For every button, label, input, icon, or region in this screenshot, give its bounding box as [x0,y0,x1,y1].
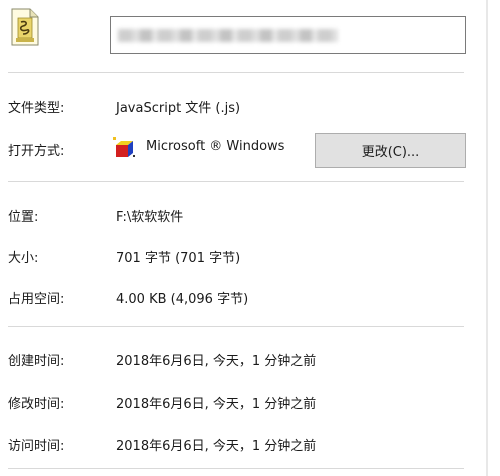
accessed-value: 2018年6月6日, 今天，1 分钟之前 [116,439,317,454]
location-value: F:\软软软件 [116,210,184,225]
accessed-label: 访问时间: [8,439,65,454]
opens-with-value: Microsoft ® Windows [146,139,285,154]
size-label: 大小: [8,251,39,266]
change-button[interactable]: 更改(C)... [315,133,466,168]
section-divider [8,326,464,327]
file-type-label: 文件类型: [8,101,65,116]
js-script-file-icon [11,8,39,46]
location-label: 位置: [8,210,39,225]
section-divider [8,468,464,469]
section-divider [8,181,464,182]
size-value: 701 字节 (701 字节) [116,251,241,266]
created-value: 2018年6月6日, 今天，1 分钟之前 [116,354,317,369]
windows-script-host-icon [113,137,135,157]
created-label: 创建时间: [8,354,65,369]
size-on-disk-label: 占用空间: [8,292,65,307]
obscured-filename-text [118,29,338,42]
file-type-value: JavaScript 文件 (.js) [116,101,241,116]
window-edge [486,0,488,476]
modified-value: 2018年6月6日, 今天，1 分钟之前 [116,397,317,412]
size-on-disk-value: 4.00 KB (4,096 字节) [116,292,249,307]
modified-label: 修改时间: [8,397,65,412]
section-divider [8,72,464,73]
opens-with-label: 打开方式: [8,144,65,159]
